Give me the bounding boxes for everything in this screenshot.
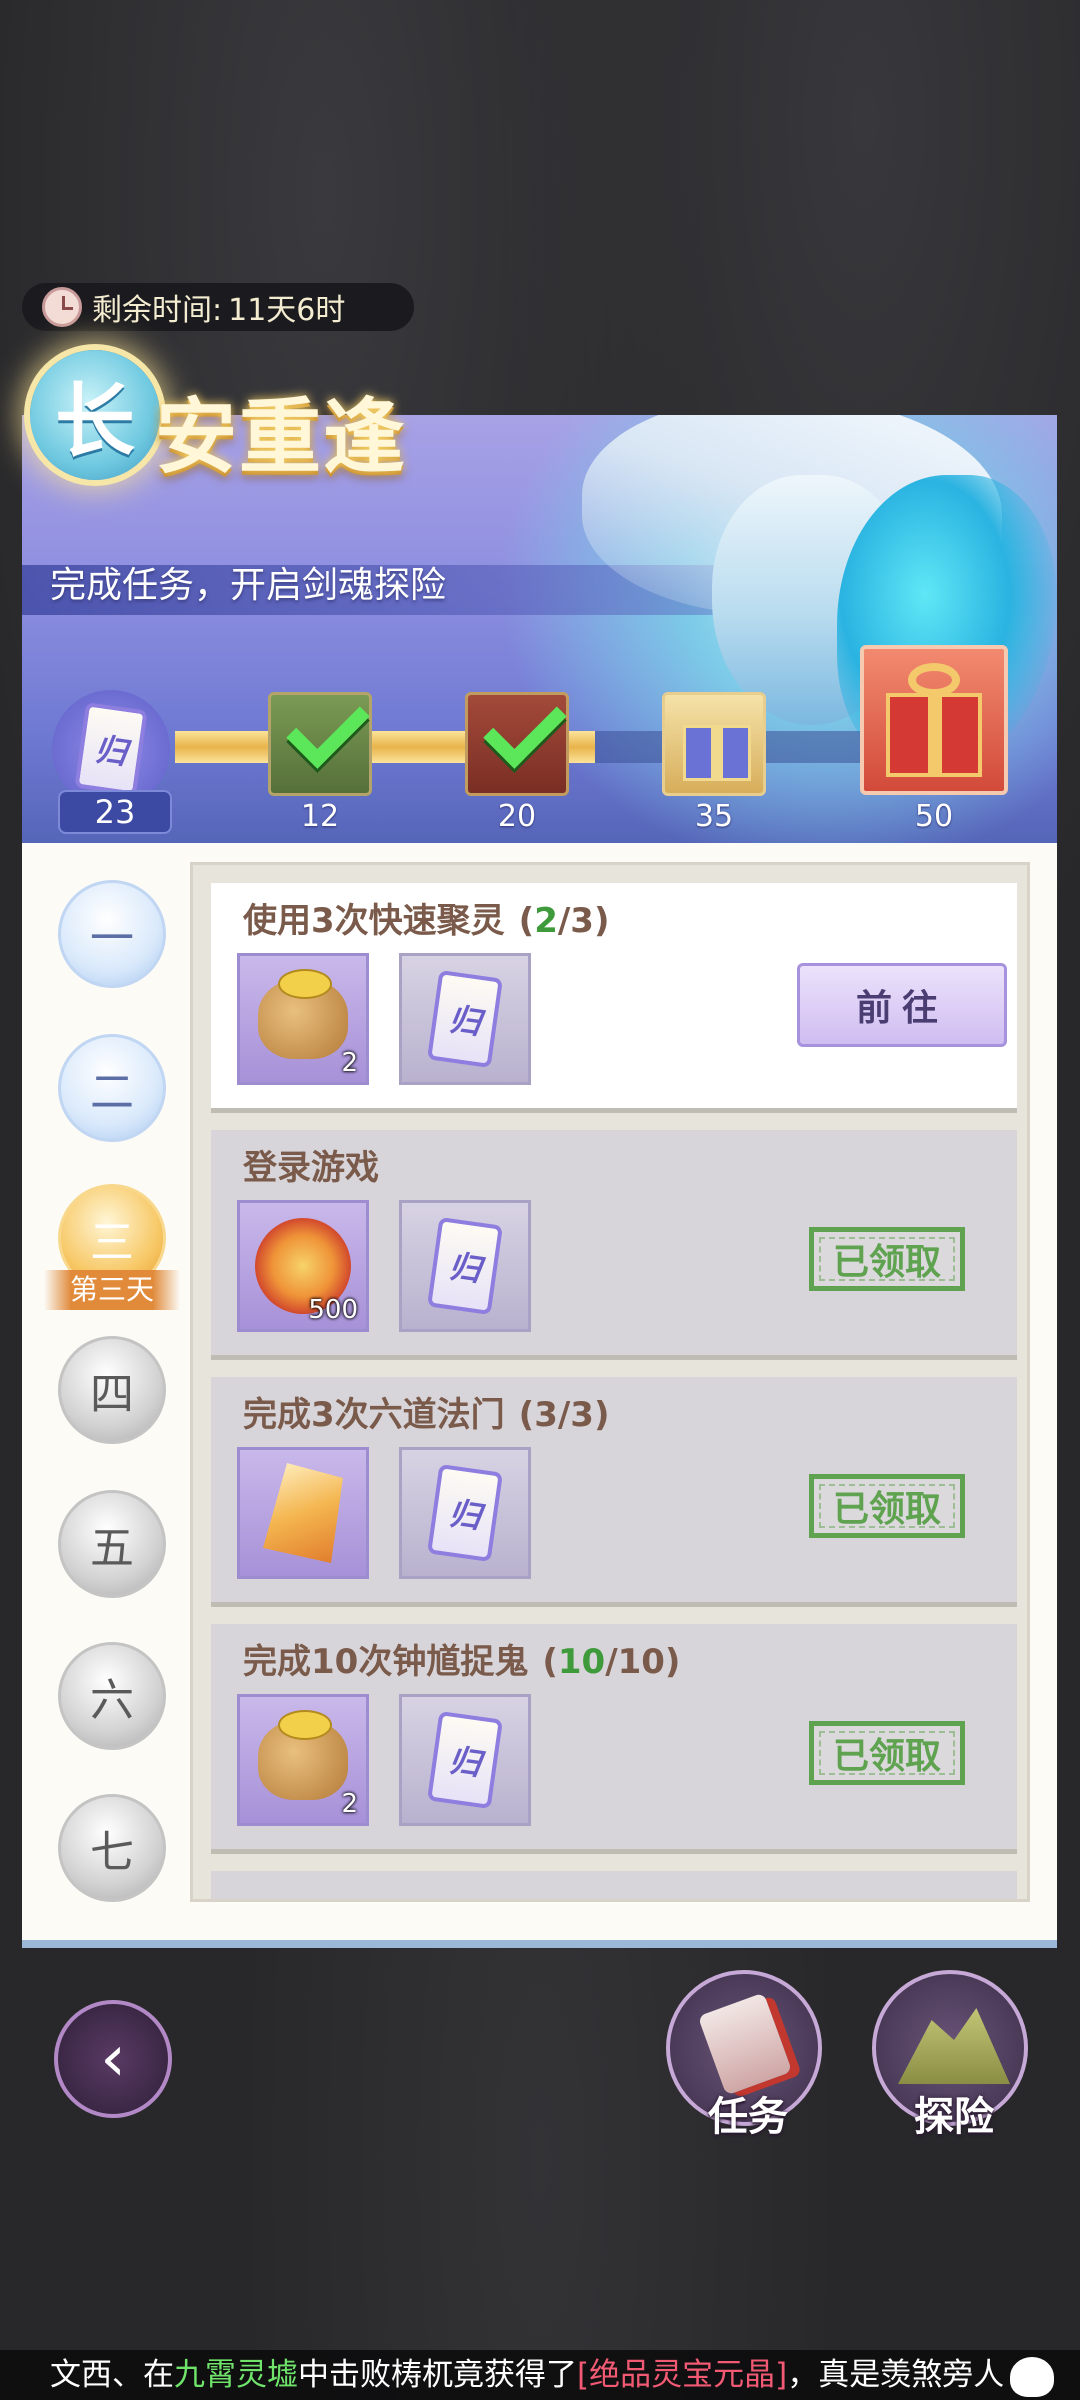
lucky-cat-icon [1010, 2356, 1055, 2397]
event-title: 长 安重逢 [10, 340, 430, 490]
milestone-reward-20[interactable] [465, 685, 569, 796]
claimed-stamp: 已领取 [809, 1474, 965, 1538]
gold-ingot-bag-icon [258, 969, 348, 1059]
current-points: 23 [58, 790, 172, 834]
return-card-icon: 归 [427, 969, 503, 1069]
current-day-tag: 第三天 [44, 1270, 180, 1310]
task-row: 完成3次六道法门 (3/3) 归 已领取 [211, 1377, 1017, 1607]
event-subtitle: 完成任务，开启剑魂探险 [50, 565, 447, 606]
broadcast-ticker: 文西、在九霄灵墟中击败梼杌竟获得了[绝品灵宝元晶]，真是羡煞旁人 [0, 2350, 1080, 2400]
reward-slot[interactable]: 归 [399, 1694, 531, 1826]
back-button[interactable]: ‹ [54, 2000, 172, 2118]
tasks-button-label: 任务 [708, 2094, 788, 2140]
clock-icon [42, 287, 82, 327]
remaining-time-label: 剩余时间: [92, 293, 223, 328]
event-title-text: 安重逢 [155, 390, 408, 485]
task-title: 使用3次快速聚灵 (2/3) [243, 901, 610, 941]
task-row: 完成10次钟馗捉鬼 (10/10) 2 归 已领取 [211, 1624, 1017, 1854]
task-row: 使用3次快速聚灵 (2/3) 2 归 前往 [211, 883, 1017, 1113]
day-tab-6[interactable]: 六 [58, 1642, 166, 1750]
check-icon [286, 685, 370, 769]
remaining-time-value: 11天6时 [228, 293, 346, 328]
milestone-points: 20 [497, 799, 537, 834]
day-tab-1[interactable]: 一 [58, 880, 166, 988]
check-icon [483, 685, 567, 769]
return-card-icon: 归 [427, 1463, 503, 1563]
reward-quantity: 500 [308, 1295, 358, 1325]
task-row: 登录游戏 500 归 已领取 [211, 1130, 1017, 1360]
task-title: 完成3次六道法门 (3/3) [243, 1395, 610, 1435]
task-progress: (10/10) [542, 1642, 681, 1682]
reward-slot[interactable]: 2 [237, 1694, 369, 1826]
task-title: 登录游戏 [243, 1148, 379, 1188]
milestone-points: 50 [914, 799, 954, 834]
reward-slot[interactable]: 归 [399, 1200, 531, 1332]
day-tab-5[interactable]: 五 [58, 1490, 166, 1598]
reward-quantity: 2 [341, 1048, 358, 1078]
reward-slot[interactable]: 归 [399, 1447, 531, 1579]
reward-slot[interactable]: 2 [237, 953, 369, 1085]
remaining-time-bar: 剩余时间: 11天6时 [22, 283, 414, 331]
day-tab-2[interactable]: 二 [58, 1034, 166, 1142]
return-card-icon: 归 [74, 702, 148, 796]
task-list[interactable]: 使用3次快速聚灵 (2/3) 2 归 前往 登录游戏 500 归 已领取 完成3次… [190, 862, 1030, 1902]
go-button[interactable]: 前往 [797, 963, 1007, 1047]
scroll-icon [697, 1992, 793, 2096]
claimed-stamp: 已领取 [809, 1721, 965, 1785]
day-tab-7[interactable]: 七 [58, 1794, 166, 1902]
tasks-button[interactable]: 任务 [666, 1970, 822, 2140]
reward-quantity: 2 [341, 1789, 358, 1819]
task-title: 完成10次钟馗捉鬼 (10/10) [243, 1642, 681, 1682]
task-row-partial [211, 1871, 1017, 1899]
milestone-points: 35 [694, 799, 734, 834]
gift-box-icon [683, 725, 751, 781]
event-title-badge: 长 [30, 350, 160, 480]
day-tab-4[interactable]: 四 [58, 1336, 166, 1444]
milestone-reward-35[interactable] [662, 692, 766, 796]
milestone-reward-12[interactable] [268, 685, 372, 796]
return-card-icon: 归 [427, 1710, 503, 1810]
task-progress: (3/3) [518, 1395, 610, 1435]
task-progress: (2/3) [518, 901, 610, 941]
explore-button[interactable]: 探险 [872, 1970, 1028, 2140]
reward-slot[interactable] [237, 1447, 369, 1579]
explore-button-label: 探险 [914, 2094, 994, 2140]
big-gift-icon [886, 693, 982, 777]
fire-crystal-icon [263, 1463, 343, 1563]
reward-slot[interactable]: 500 [237, 1200, 369, 1332]
milestone-reward-50[interactable] [860, 645, 1008, 795]
return-card-icon: 归 [427, 1216, 503, 1316]
milestone-points: 12 [300, 799, 340, 834]
gold-ingot-bag-icon [258, 1710, 348, 1800]
mountain-icon [898, 2008, 1010, 2084]
claimed-stamp: 已领取 [809, 1227, 965, 1291]
reward-slot[interactable]: 归 [399, 953, 531, 1085]
